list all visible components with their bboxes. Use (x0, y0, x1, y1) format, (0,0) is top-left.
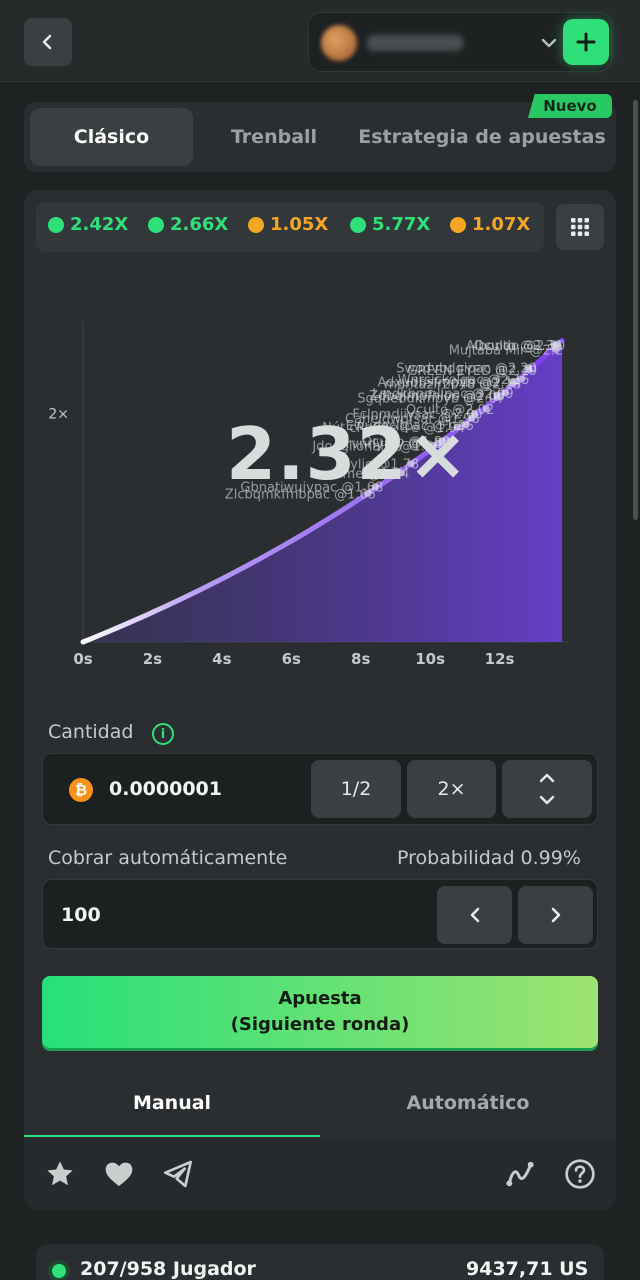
x-tick-label: 12s (485, 650, 515, 668)
active-tab-indicator (24, 1135, 320, 1137)
place-bet-button[interactable]: Apuesta (Siguiente ronda) (42, 976, 598, 1048)
y-tick-label: 2× (48, 406, 69, 422)
tab-clasico[interactable]: Clásico (30, 108, 193, 166)
top-bar (0, 0, 640, 82)
history-item[interactable]: 1.05X (248, 214, 328, 235)
amount-stepper-button[interactable] (502, 760, 592, 818)
game-mode-tabs: Clásico Trenball Estrategia de apuestas (24, 102, 616, 172)
cashout-label: Mujtaba Mir @2.2 (449, 343, 563, 358)
status-dot (148, 216, 164, 233)
new-badge: Nuevo (528, 94, 612, 118)
chevron-left-icon (42, 34, 52, 50)
balance-value (367, 35, 463, 51)
history-item[interactable]: 2.66X (148, 214, 228, 235)
x-tick-label: 8s (351, 650, 370, 668)
half-button[interactable]: 1/2 (311, 760, 401, 818)
game-footer-toolbar (24, 1138, 616, 1210)
x-tick-label: 0s (73, 650, 92, 668)
plus-icon (576, 32, 596, 52)
star-icon[interactable] (42, 1156, 78, 1192)
currency-coin-icon (321, 25, 357, 61)
history-item[interactable]: 1.07X (450, 214, 530, 235)
status-dot (450, 216, 466, 233)
page-scrollbar[interactable] (633, 100, 638, 520)
increase-cashout-button[interactable] (518, 886, 593, 944)
decrease-cashout-button[interactable] (437, 886, 512, 944)
x-tick-label: 2s (143, 650, 162, 668)
chevron-left-icon (470, 907, 479, 923)
players-summary[interactable]: 207/958 Jugador 9437,71 US (36, 1244, 604, 1280)
amount-input-group: ₿ 0.0000001 1/2 2× (42, 753, 598, 825)
back-button[interactable] (24, 18, 72, 66)
heart-icon[interactable] (101, 1156, 137, 1192)
auto-cashout-input[interactable]: 100 (61, 904, 101, 926)
tab-automatico[interactable]: Automático (320, 1070, 616, 1136)
x-tick-label: 6s (282, 650, 301, 668)
online-dot (52, 1264, 66, 1278)
probability-label: Probabilidad 0.99% (397, 847, 581, 869)
status-dot (350, 216, 366, 233)
amount-input[interactable]: 0.0000001 (109, 778, 222, 800)
info-icon[interactable]: i (152, 723, 174, 745)
chevron-right-icon (551, 907, 560, 923)
up-down-chevron-icon (539, 773, 555, 805)
send-icon[interactable] (160, 1156, 196, 1192)
bet-button-label: Apuesta (278, 988, 362, 1009)
history-item[interactable]: 2.42X (48, 214, 128, 235)
add-funds-button[interactable] (563, 19, 609, 65)
bet-button-sublabel: (Siguiente ronda) (230, 1014, 410, 1035)
grid-icon (571, 218, 589, 236)
players-count: 207/958 Jugador (80, 1258, 256, 1280)
wallet-selector[interactable] (308, 12, 612, 72)
amount-label: Cantidad (48, 721, 134, 743)
status-dot (248, 216, 264, 233)
chevron-down-icon[interactable] (537, 31, 561, 55)
history-grid-button[interactable] (556, 204, 604, 250)
status-dot (48, 216, 64, 233)
trend-graph-icon[interactable] (502, 1156, 538, 1192)
current-multiplier: 2.32× (226, 412, 469, 496)
bitcoin-icon: ₿ (69, 778, 93, 802)
players-total-bet: 9437,71 US (466, 1258, 589, 1280)
history-bar: 2.42X 2.66X 1.05X 5.77X 1.07X (36, 202, 544, 252)
tab-manual[interactable]: Manual (24, 1070, 320, 1136)
auto-cashout-input-group: 100 (42, 879, 598, 949)
x-tick-label: 4s (212, 650, 231, 668)
auto-cashout-label: Cobrar automáticamente (48, 847, 288, 869)
double-button[interactable]: 2× (407, 760, 496, 818)
tab-trenball[interactable]: Trenball (200, 108, 348, 166)
history-item[interactable]: 5.77X (350, 214, 430, 235)
help-icon[interactable] (562, 1156, 598, 1192)
x-tick-label: 10s (415, 650, 445, 668)
